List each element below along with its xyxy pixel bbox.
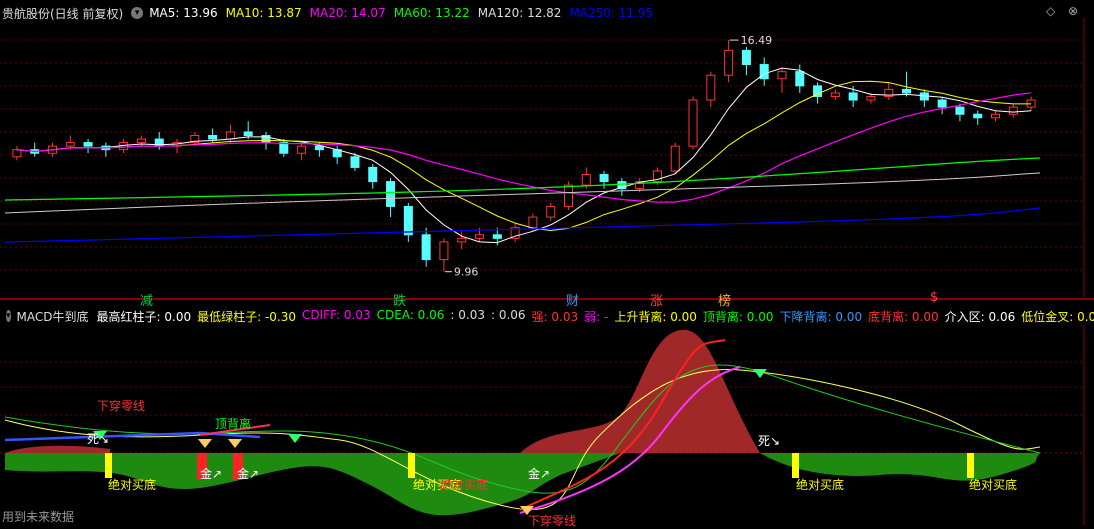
candle-body [937,99,947,108]
candle-body [314,145,324,151]
indicator-annotation: 绝对买底 [440,478,489,492]
indicator-value-item: 底背离: 0.00 [868,309,939,324]
candle-body [350,156,360,168]
price-chart[interactable]: 16.49 9.96 [0,0,1094,300]
diamond-marker [288,434,302,443]
event-marker[interactable]: $ [930,290,938,305]
candle-body [457,237,467,243]
candle-body [741,49,751,66]
candle-body [599,174,609,183]
high-price-label: 16.49 [741,34,773,47]
indicator-title: MACD牛到底 [16,309,89,324]
candle-body [12,149,22,158]
indicator-value-item: : 0.06 [490,307,526,322]
indicator-annotation: 顶背离 [215,417,252,431]
low-price-label: 9.96 [454,266,479,279]
indicator-value-item: CDIFF: 0.03 [302,307,371,322]
diamond-marker [228,439,242,448]
candle-body [866,95,876,101]
ma120-line [4,172,1041,214]
buy-signal-bar [792,453,799,478]
indicator-annotation: 下穿零线 [97,399,146,413]
candle-body [1008,106,1018,115]
candle-body [136,138,146,144]
buy-signal-bar [105,453,112,478]
candle-body [991,113,1001,119]
indicator-dropdown-icon[interactable]: ▾ [6,310,11,322]
ma-line [16,80,1032,232]
indicator-value-item: 最高红柱子: 0.00 [96,309,192,324]
candle-body [546,205,556,218]
candle-body [759,64,769,80]
candle-body [225,131,235,140]
candle-body [724,49,734,76]
candle-body [777,71,787,80]
candle-body [403,205,413,236]
candle-body [706,74,716,101]
indicator-annotation: 死↘ [758,434,781,448]
indicator-value-item: 弱: - [584,309,609,324]
candle-body [670,145,680,172]
candle-body [955,106,965,115]
buy-signal-bar [967,453,974,478]
indicator-annotation: 绝对买底 [969,478,1018,492]
indicator-annotation: 金↗ [528,467,551,481]
indicator-value-item: 最低绿柱子: -0.30 [197,309,297,324]
ma-line [16,92,1032,203]
indicator-annotation: 金↗ [237,467,260,481]
candle-body [421,234,431,261]
indicator-annotation: 下穿零线 [528,514,577,528]
indicator-value-item: 低位金叉: 0.00 [1021,309,1094,324]
indicator-value-item: : 0.03 [450,307,485,322]
buy-signal-bar [408,453,415,478]
candle-body [528,216,538,229]
indicator-header: ▾ MACD牛到底 最高红柱子: 0.00 最低绿柱子: -0.30 CDIFF: … [2,305,1094,327]
candle-body [902,88,912,94]
indicator-annotation: 绝对买底 [796,478,845,492]
candle-body [65,142,75,147]
candle-body [492,234,502,239]
candle-body [830,92,840,97]
candle-body [386,181,396,207]
diamond-marker [198,439,212,448]
indicator-value-item: 介入区: 0.06 [944,309,1016,324]
indicator-annotation: 金↗ [200,467,223,481]
candle-body [83,142,93,147]
candle-body [795,71,805,87]
candle-body [368,166,378,183]
candle-body [581,174,591,186]
macd-indicator-chart[interactable] [0,325,1094,525]
indicator-value-item: 上升背离: 0.00 [614,309,697,324]
candle-body [297,145,307,154]
blue-line [4,431,261,442]
future-data-note: 用到未来数据 [2,510,75,524]
candle-body [243,131,253,136]
indicator-value-item: 强: 0.03 [531,309,579,324]
candle-body [688,99,698,147]
candle-body [563,184,573,207]
candle-body [439,241,449,261]
candle-body [848,92,858,101]
indicator-annotation: 绝对买底 [108,478,157,492]
indicator-value-item: 顶背离: 0.00 [702,309,774,324]
indicator-value-item: CDEA: 0.06 [376,307,445,322]
candle-body [279,142,289,154]
indicator-annotation: 死↘ [87,432,110,446]
ma-line [16,67,1032,244]
indicator-values: 最高红柱子: 0.00 最低绿柱子: -0.30 CDIFF: 0.03 CDEA: … [97,308,1094,325]
candle-body [208,134,218,140]
indicator-value-item: 下降背离: 0.00 [779,309,863,324]
candle-body [475,234,485,239]
candle-body [973,113,983,119]
